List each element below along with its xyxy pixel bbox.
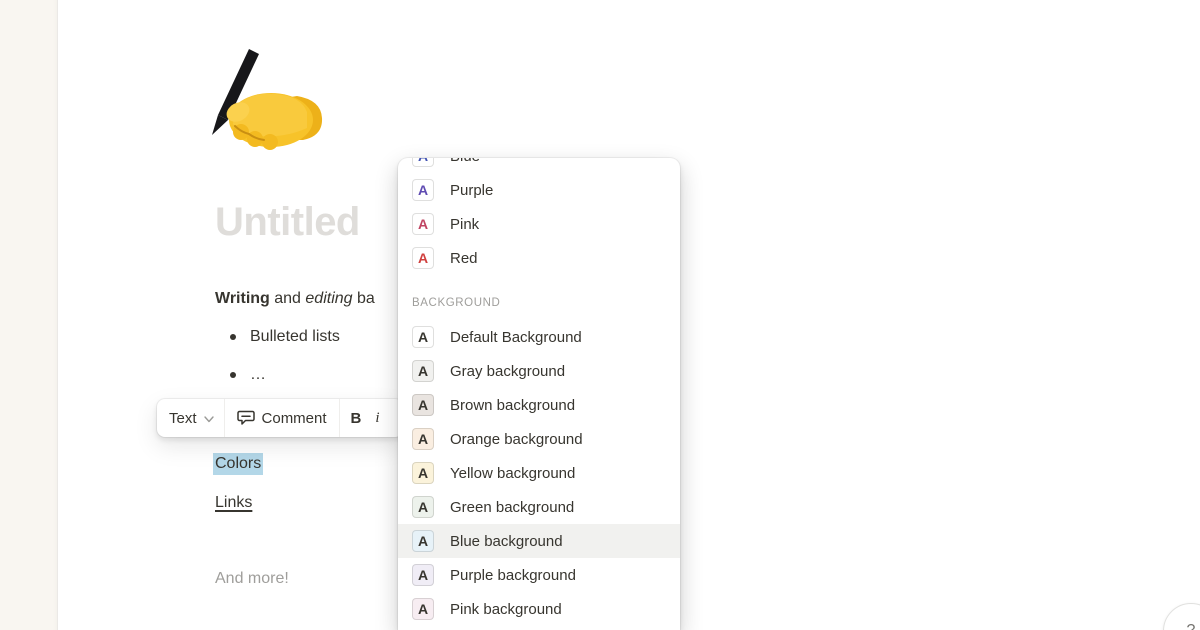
menu-item-label: Pink [450,216,479,233]
bullet-dot-icon [230,372,236,378]
menu-item-green-background[interactable]: A Green background [398,490,680,524]
intro-tail-text: ba [353,290,375,307]
background-swatch-icon: A [412,360,434,382]
background-swatch-icon: A [412,564,434,586]
color-menu-scroll[interactable]: A Blue A Purple A Pink A Red BACKGROUND … [398,158,680,626]
menu-item-label: Pink background [450,601,562,618]
background-section-header: BACKGROUND [398,275,680,320]
menu-item-label: Purple [450,182,493,199]
menu-item-label: Yellow background [450,465,575,482]
menu-item-label: Green background [450,499,574,516]
menu-item-gray-background[interactable]: A Gray background [398,354,680,388]
menu-item-blue-text[interactable]: A Blue [398,158,680,173]
menu-item-default-background[interactable]: A Default Background [398,320,680,354]
color-swatch-icon: A [412,213,434,235]
comment-icon [237,409,255,427]
background-swatch-icon: A [412,326,434,348]
color-swatch-icon: A [412,247,434,269]
menu-item-label: Blue background [450,533,563,550]
block-type-button[interactable]: Text [157,399,224,437]
intro-bold-word: Writing [215,290,270,307]
menu-item-label: Brown background [450,397,575,414]
bullet-list: Bulleted lists … [215,318,340,394]
menu-item-brown-background[interactable]: A Brown background [398,388,680,422]
bullet-dot-icon [230,334,236,340]
menu-item-label: Orange background [450,431,583,448]
background-swatch-icon: A [412,530,434,552]
selected-text-colors[interactable]: Colors [213,453,263,475]
background-swatch-icon: A [412,394,434,416]
list-item-text: … [250,366,266,384]
selection-toolbar: Text Comment B i [157,399,403,437]
menu-item-label: Gray background [450,363,565,380]
italic-button[interactable]: i [367,399,387,437]
menu-item-label: Default Background [450,329,582,346]
menu-item-label: Blue [450,158,480,165]
color-swatch-icon: A [412,158,434,167]
footer-text: And more! [215,570,289,588]
block-type-label: Text [169,410,197,427]
menu-item-pink-background[interactable]: A Pink background [398,592,680,626]
bold-button[interactable]: B [340,399,368,437]
menu-item-orange-background[interactable]: A Orange background [398,422,680,456]
help-label: ? [1187,622,1196,630]
background-swatch-icon: A [412,496,434,518]
menu-item-label: Red [450,250,478,267]
page-icon[interactable] [205,40,325,152]
menu-item-blue-background[interactable]: A Blue background [398,524,680,558]
intro-italic-word: editing [305,290,352,307]
intro-mid-text: and [270,290,306,307]
list-item-text: Bulleted lists [250,328,340,346]
help-button[interactable]: ? [1163,603,1200,630]
menu-item-label: Purple background [450,567,576,584]
links-link[interactable]: Links [215,492,252,514]
intro-paragraph[interactable]: Writing and editing ba [215,288,375,310]
list-item[interactable]: … [215,356,340,394]
menu-item-red-text[interactable]: A Red [398,241,680,275]
background-swatch-icon: A [412,428,434,450]
list-item[interactable]: Bulleted lists [215,318,340,356]
background-swatch-icon: A [412,598,434,620]
comment-label: Comment [262,410,327,427]
menu-item-purple-background[interactable]: A Purple background [398,558,680,592]
writing-hand-emoji [205,40,325,152]
menu-item-yellow-background[interactable]: A Yellow background [398,456,680,490]
background-swatch-icon: A [412,462,434,484]
comment-button[interactable]: Comment [225,399,339,437]
notion-page: Untitled Writing and editing ba Bulleted… [0,0,1200,630]
menu-item-purple-text[interactable]: A Purple [398,173,680,207]
color-picker-menu: A Blue A Purple A Pink A Red BACKGROUND … [398,158,680,630]
sidebar-edge[interactable] [0,0,58,630]
menu-item-pink-text[interactable]: A Pink [398,207,680,241]
page-title[interactable]: Untitled [215,200,360,245]
chevron-down-icon [204,416,214,423]
color-swatch-icon: A [412,179,434,201]
